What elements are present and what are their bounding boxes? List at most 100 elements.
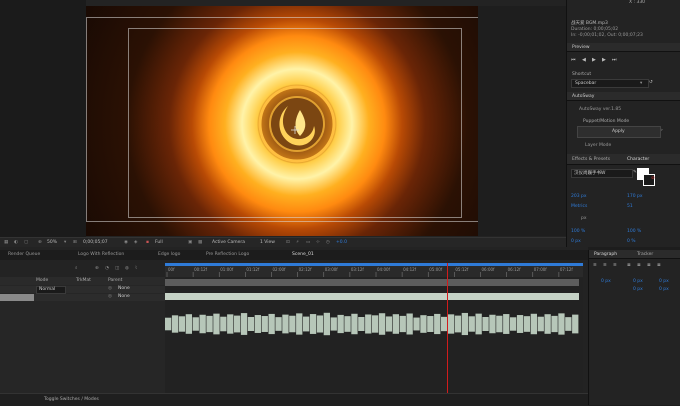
zoom-select[interactable]: 50%: [47, 240, 57, 245]
first-frame-icon[interactable]: ⏮: [571, 57, 576, 63]
timeline-icon[interactable]: ▭: [306, 240, 310, 245]
mask-icon[interactable]: ▢: [24, 240, 28, 245]
ruler-tick-label: 03:00f: [325, 267, 339, 272]
search-icon[interactable]: ⌕: [75, 266, 78, 271]
transparency-grid-icon[interactable]: ▩: [198, 240, 202, 245]
tab-render-queue[interactable]: Render Queue: [2, 250, 46, 260]
waveform-bar: [289, 315, 296, 333]
layer-row[interactable]: ◎ None: [0, 294, 165, 301]
layer-bar[interactable]: [165, 279, 579, 286]
indent-first-value[interactable]: 0 px: [659, 279, 669, 284]
chevron-down-icon[interactable]: ▾: [64, 240, 66, 245]
waveform-bar: [399, 315, 406, 333]
parent-value[interactable]: None: [118, 286, 130, 291]
indent-right-value[interactable]: 0 px: [633, 279, 643, 284]
ruler-tick-label: 06:00f: [482, 267, 496, 272]
font-family-select[interactable]: 汉仪尚巍手书W: [571, 169, 633, 178]
space-before-value[interactable]: 0 px: [633, 287, 643, 292]
justify-right-icon[interactable]: ≣: [647, 263, 651, 268]
reset-icon[interactable]: ↺: [649, 80, 653, 85]
tab-character[interactable]: Character: [627, 157, 649, 162]
justify-left-icon[interactable]: ≣: [627, 263, 631, 268]
waveform-bar: [482, 317, 489, 331]
font-size-value[interactable]: 203 px: [571, 194, 587, 199]
tab-paragraph[interactable]: Paragraph: [594, 252, 617, 257]
space-after-value[interactable]: 0 px: [659, 287, 669, 292]
waveform-bar: [503, 314, 510, 334]
waveform-bar: [254, 315, 261, 333]
tab-scene-01[interactable]: Scene_01: [286, 250, 320, 260]
color-channel-icon[interactable]: ▪: [146, 240, 149, 245]
flowchart-icon[interactable]: ⊹: [316, 240, 320, 245]
waveform-bar: [510, 317, 517, 331]
align-center-icon[interactable]: ≡: [603, 263, 607, 268]
kerning-value[interactable]: Metrics: [571, 204, 587, 209]
no-stroke-icon[interactable]: ⊘: [651, 176, 655, 181]
indent-left-value[interactable]: 0 px: [601, 279, 611, 284]
layer-row[interactable]: Normal ◎ None: [0, 286, 165, 294]
camera-select[interactable]: Active Camera: [212, 240, 245, 245]
frame-blend-icon[interactable]: ◫: [115, 266, 119, 271]
grid-icon[interactable]: ▦: [4, 240, 8, 245]
pickwhip-icon[interactable]: ◎: [108, 286, 112, 291]
apply-button[interactable]: Apply: [577, 126, 661, 138]
audio-layer-bar[interactable]: [165, 293, 579, 300]
timeline-footer: Toggle Switches / Modes: [0, 393, 588, 406]
ruler-ticks: 00f 00:12f 01:00f 01:12f 02:00f 02:12f 03:00f 0…: [166, 267, 573, 277]
exposure-value[interactable]: +0.0: [336, 240, 347, 245]
comp-flow-icon[interactable]: ⊕: [95, 266, 99, 271]
waveform-bar: [275, 317, 282, 331]
tab-pre-reflection-logo[interactable]: Pre Reflection Logo: [200, 250, 255, 260]
tracking-value[interactable]: 51: [627, 204, 633, 209]
toggle-switches-modes[interactable]: Toggle Switches / Modes: [44, 397, 99, 402]
snapshot-icon[interactable]: ◉: [124, 240, 128, 245]
autosway-menu-icon[interactable]: ›: [661, 128, 663, 133]
magnify-icon[interactable]: ⊕: [38, 240, 42, 245]
last-frame-icon[interactable]: ⏭: [612, 57, 617, 63]
shy-icon[interactable]: ◔: [105, 266, 109, 271]
justify-all-icon[interactable]: ≣: [657, 263, 661, 268]
waveform-bar: [171, 315, 179, 333]
parent-value[interactable]: None: [118, 294, 130, 299]
tab-logo-with-reflection[interactable]: Logo With Reflection: [72, 250, 130, 260]
tab-effects[interactable]: Effects & Presets: [572, 157, 610, 162]
show-snapshot-icon[interactable]: ◈: [134, 240, 137, 245]
reset-exposure-icon[interactable]: ◷: [326, 240, 330, 245]
tab-edge-logo[interactable]: Edge logo: [152, 250, 186, 260]
region-interest-icon[interactable]: ▣: [188, 240, 192, 245]
time-ruler[interactable]: 00f 00:12f 01:00f 01:12f 02:00f 02:12f 03:00f 0…: [165, 263, 583, 277]
justify-center-icon[interactable]: ≣: [637, 263, 641, 268]
resolution-select[interactable]: Full: [155, 240, 163, 245]
waveform-bar: [227, 314, 234, 334]
fast-preview-icon[interactable]: ⚡: [296, 240, 299, 245]
align-left-icon[interactable]: ≡: [593, 263, 597, 268]
ruler-tick-label: 05:00f: [429, 267, 443, 272]
view-layout-select[interactable]: 1 View: [260, 240, 275, 245]
vertical-scale-value[interactable]: 100 %: [571, 229, 585, 234]
motion-blur-icon[interactable]: ◍: [125, 266, 129, 271]
waveform-bar: [378, 313, 386, 335]
channel-icon[interactable]: ◐: [14, 240, 18, 245]
align-right-icon[interactable]: ≡: [613, 263, 617, 268]
leading-value[interactable]: 170 px: [627, 194, 643, 199]
ruler-tick-label: 01:00f: [220, 267, 234, 272]
playhead[interactable]: [447, 263, 448, 393]
pickwhip-icon[interactable]: ◎: [108, 294, 112, 299]
play-icon[interactable]: ▶: [592, 57, 596, 63]
toggle-pixel-icon[interactable]: ⊡: [286, 240, 290, 245]
horizontal-scale-value[interactable]: 100 %: [627, 229, 641, 234]
baseline-shift-value[interactable]: 0 px: [571, 239, 581, 244]
timeline-tracks[interactable]: [165, 263, 583, 393]
tab-tracker[interactable]: Tracker: [637, 252, 653, 257]
layer-column-header: Mode TrkMat Parent: [0, 277, 165, 285]
waveform-bar: [551, 315, 558, 333]
graph-editor-icon[interactable]: ⌇: [135, 266, 137, 271]
current-time[interactable]: 0;00;05;07: [83, 240, 108, 245]
prev-frame-icon[interactable]: ◀: [582, 57, 586, 63]
safe-zones-icon[interactable]: ⊞: [73, 240, 77, 245]
mode-select[interactable]: Normal: [36, 286, 66, 294]
tsume-value[interactable]: 0 %: [627, 239, 636, 244]
next-frame-icon[interactable]: ▶: [602, 57, 606, 63]
shortcut-select[interactable]: Spacebar ▾: [571, 79, 649, 88]
stroke-width-value[interactable]: px: [581, 216, 587, 221]
